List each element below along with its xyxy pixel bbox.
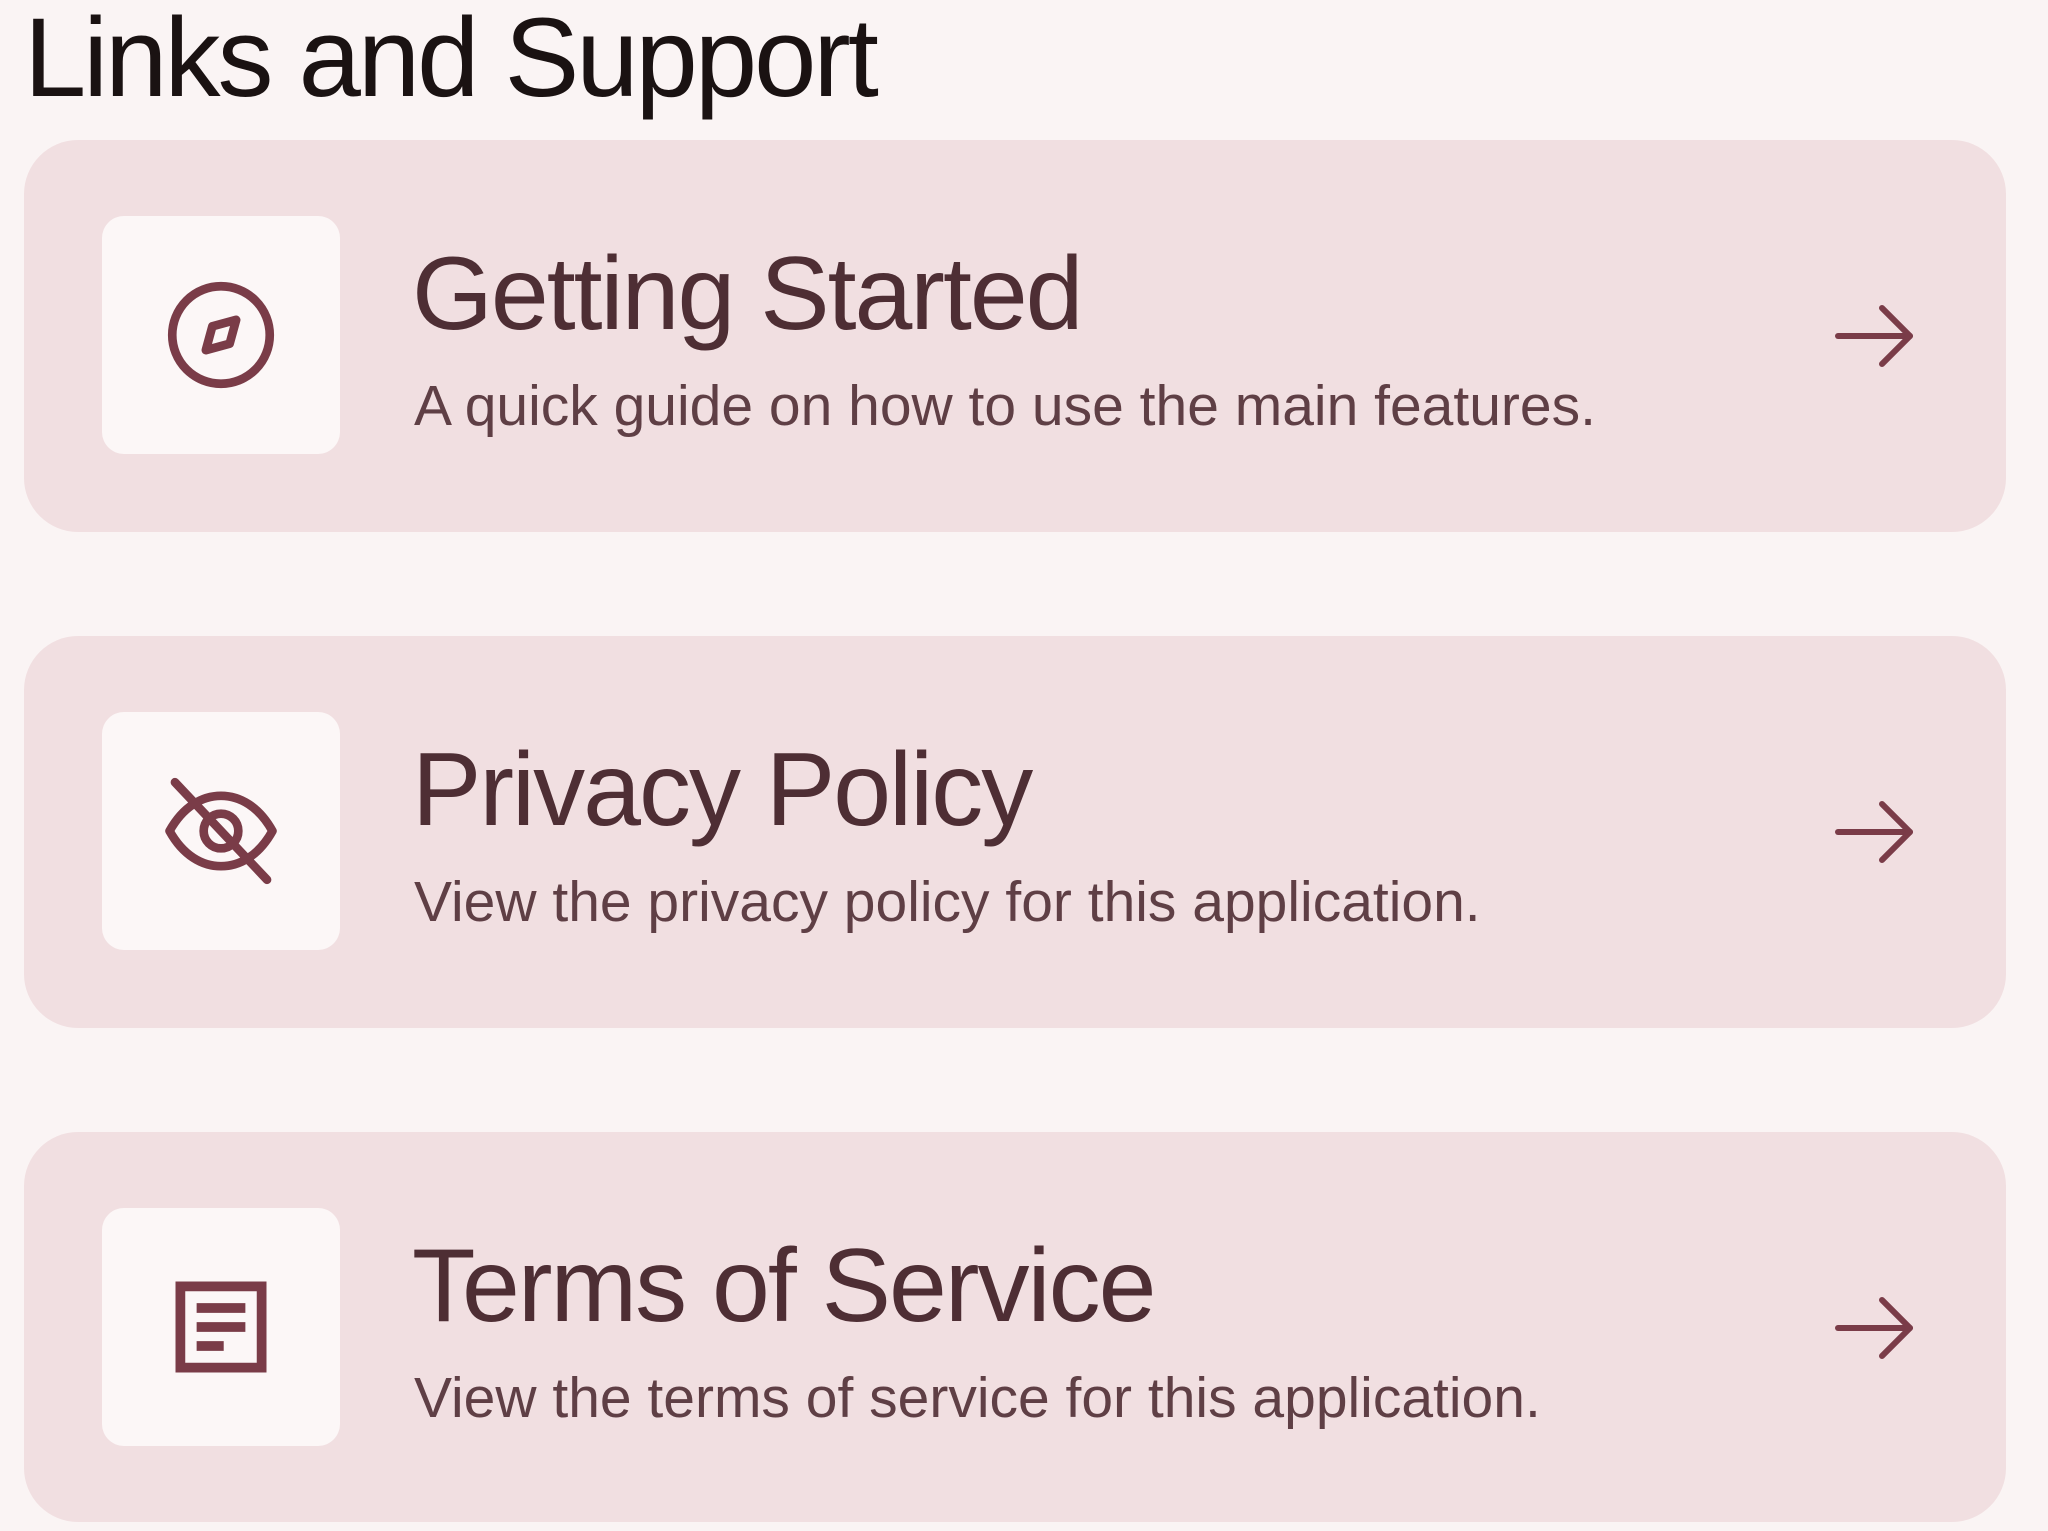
arrow-right-icon[interactable] bbox=[1820, 282, 1928, 390]
section-title: Links and Support bbox=[24, 0, 879, 120]
link-title: Terms of Service bbox=[412, 1228, 1156, 1344]
link-description: A quick guide on how to use the main fea… bbox=[414, 374, 1596, 438]
icon-container bbox=[102, 1208, 340, 1446]
link-description: View the terms of service for this appli… bbox=[414, 1366, 1541, 1430]
compass-icon bbox=[167, 281, 275, 389]
eye-off-icon bbox=[165, 777, 277, 885]
icon-container bbox=[102, 216, 340, 454]
link-card-terms-of-service[interactable]: Terms of Service View the terms of servi… bbox=[24, 1132, 2006, 1522]
link-title: Privacy Policy bbox=[412, 732, 1033, 848]
link-title: Getting Started bbox=[412, 236, 1084, 352]
icon-container bbox=[102, 712, 340, 950]
link-description: View the privacy policy for this applica… bbox=[414, 870, 1481, 934]
link-card-privacy-policy[interactable]: Privacy Policy View the privacy policy f… bbox=[24, 636, 2006, 1028]
arrow-right-icon[interactable] bbox=[1820, 1274, 1928, 1382]
document-icon bbox=[175, 1281, 267, 1373]
link-card-getting-started[interactable]: Getting Started A quick guide on how to … bbox=[24, 140, 2006, 532]
arrow-right-icon[interactable] bbox=[1820, 778, 1928, 886]
